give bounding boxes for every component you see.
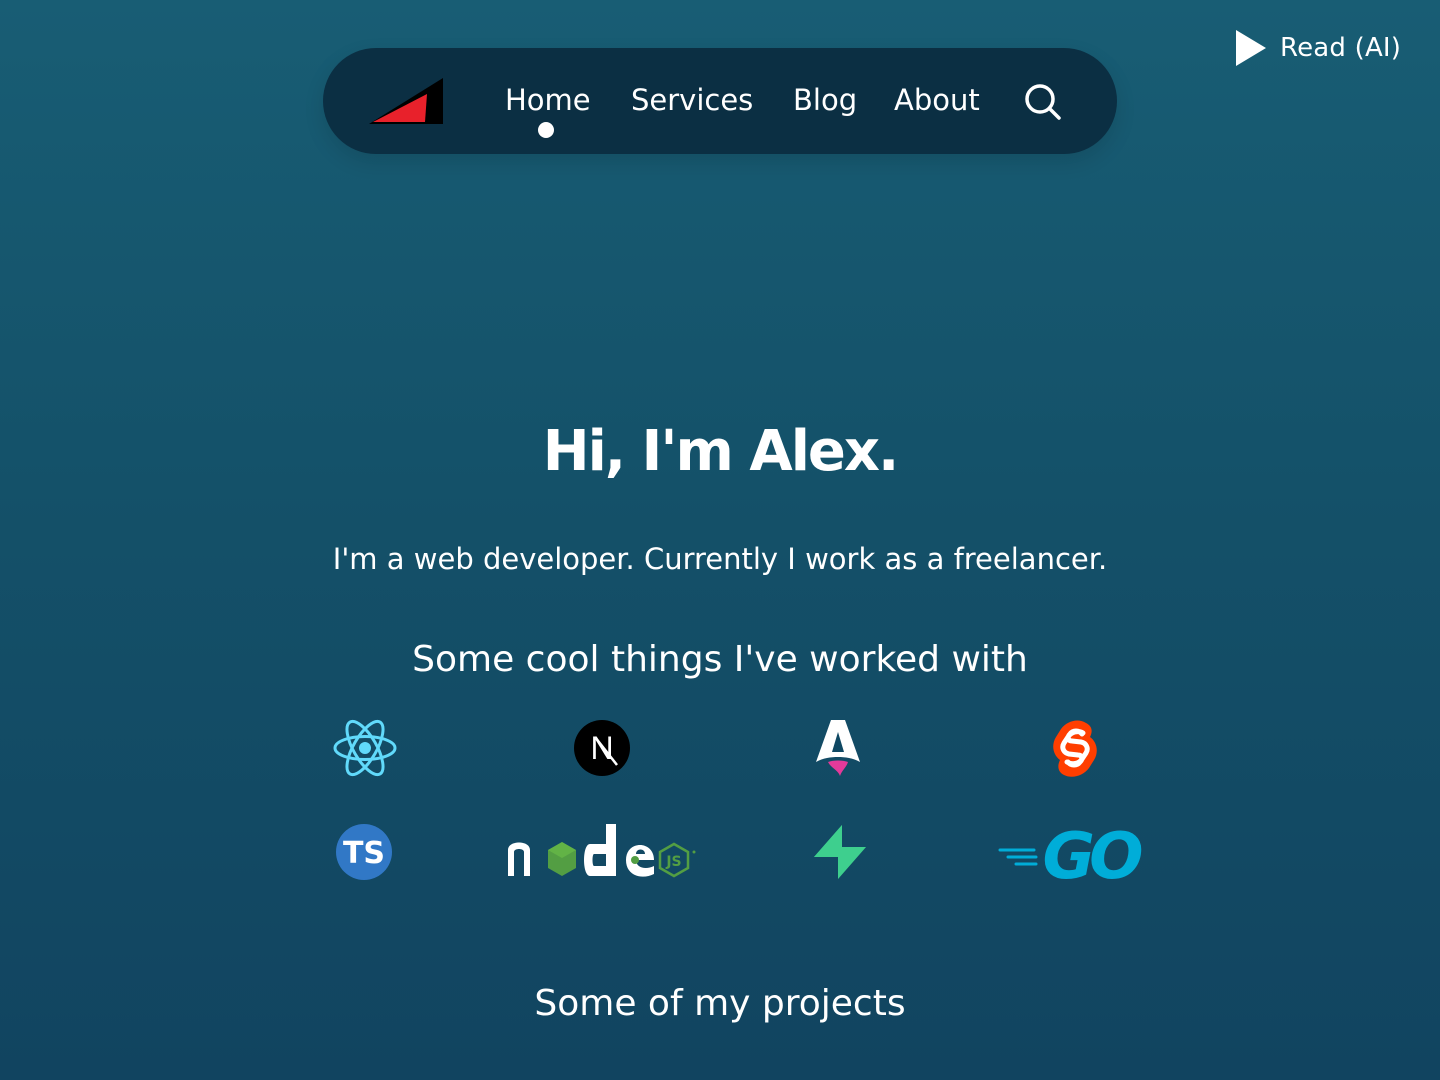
nextjs-letter: N <box>590 730 613 766</box>
read-ai-button[interactable]: Read (AI) <box>1234 27 1401 69</box>
active-nav-indicator <box>538 122 554 138</box>
nav-link-blog[interactable]: Blog <box>793 80 857 120</box>
nav-link-services[interactable]: Services <box>631 80 753 120</box>
go-icon: GO <box>998 822 1148 884</box>
nav-link-home[interactable]: Home <box>505 80 591 120</box>
astro-icon <box>816 720 860 776</box>
play-icon <box>1236 30 1266 66</box>
tools-section-title: Some cool things I've worked with <box>412 639 1028 680</box>
go-letters: GO <box>1043 822 1143 884</box>
site-logo-icon[interactable] <box>367 76 445 128</box>
typescript-letters: TS <box>343 836 385 871</box>
typescript-icon: TS <box>336 824 392 880</box>
nodejs-icon: JS <box>508 824 696 878</box>
svelte-icon <box>1053 720 1097 777</box>
search-icon[interactable] <box>1023 82 1063 122</box>
nodejs-js-label: JS <box>665 854 681 870</box>
hero-title: Hi, I'm Alex. <box>542 419 900 484</box>
react-icon <box>333 719 397 777</box>
hero-subtitle: I'm a web developer. Currently I work as… <box>332 542 1108 576</box>
nav-link-about[interactable]: About <box>894 80 980 120</box>
read-ai-label: Read (AI) <box>1280 33 1402 63</box>
projects-section-title: Some of my projects <box>534 983 906 1024</box>
main-navbar: Home Services Blog About <box>323 48 1117 154</box>
supabase-icon <box>814 825 866 879</box>
nextjs-icon: N <box>574 720 630 776</box>
